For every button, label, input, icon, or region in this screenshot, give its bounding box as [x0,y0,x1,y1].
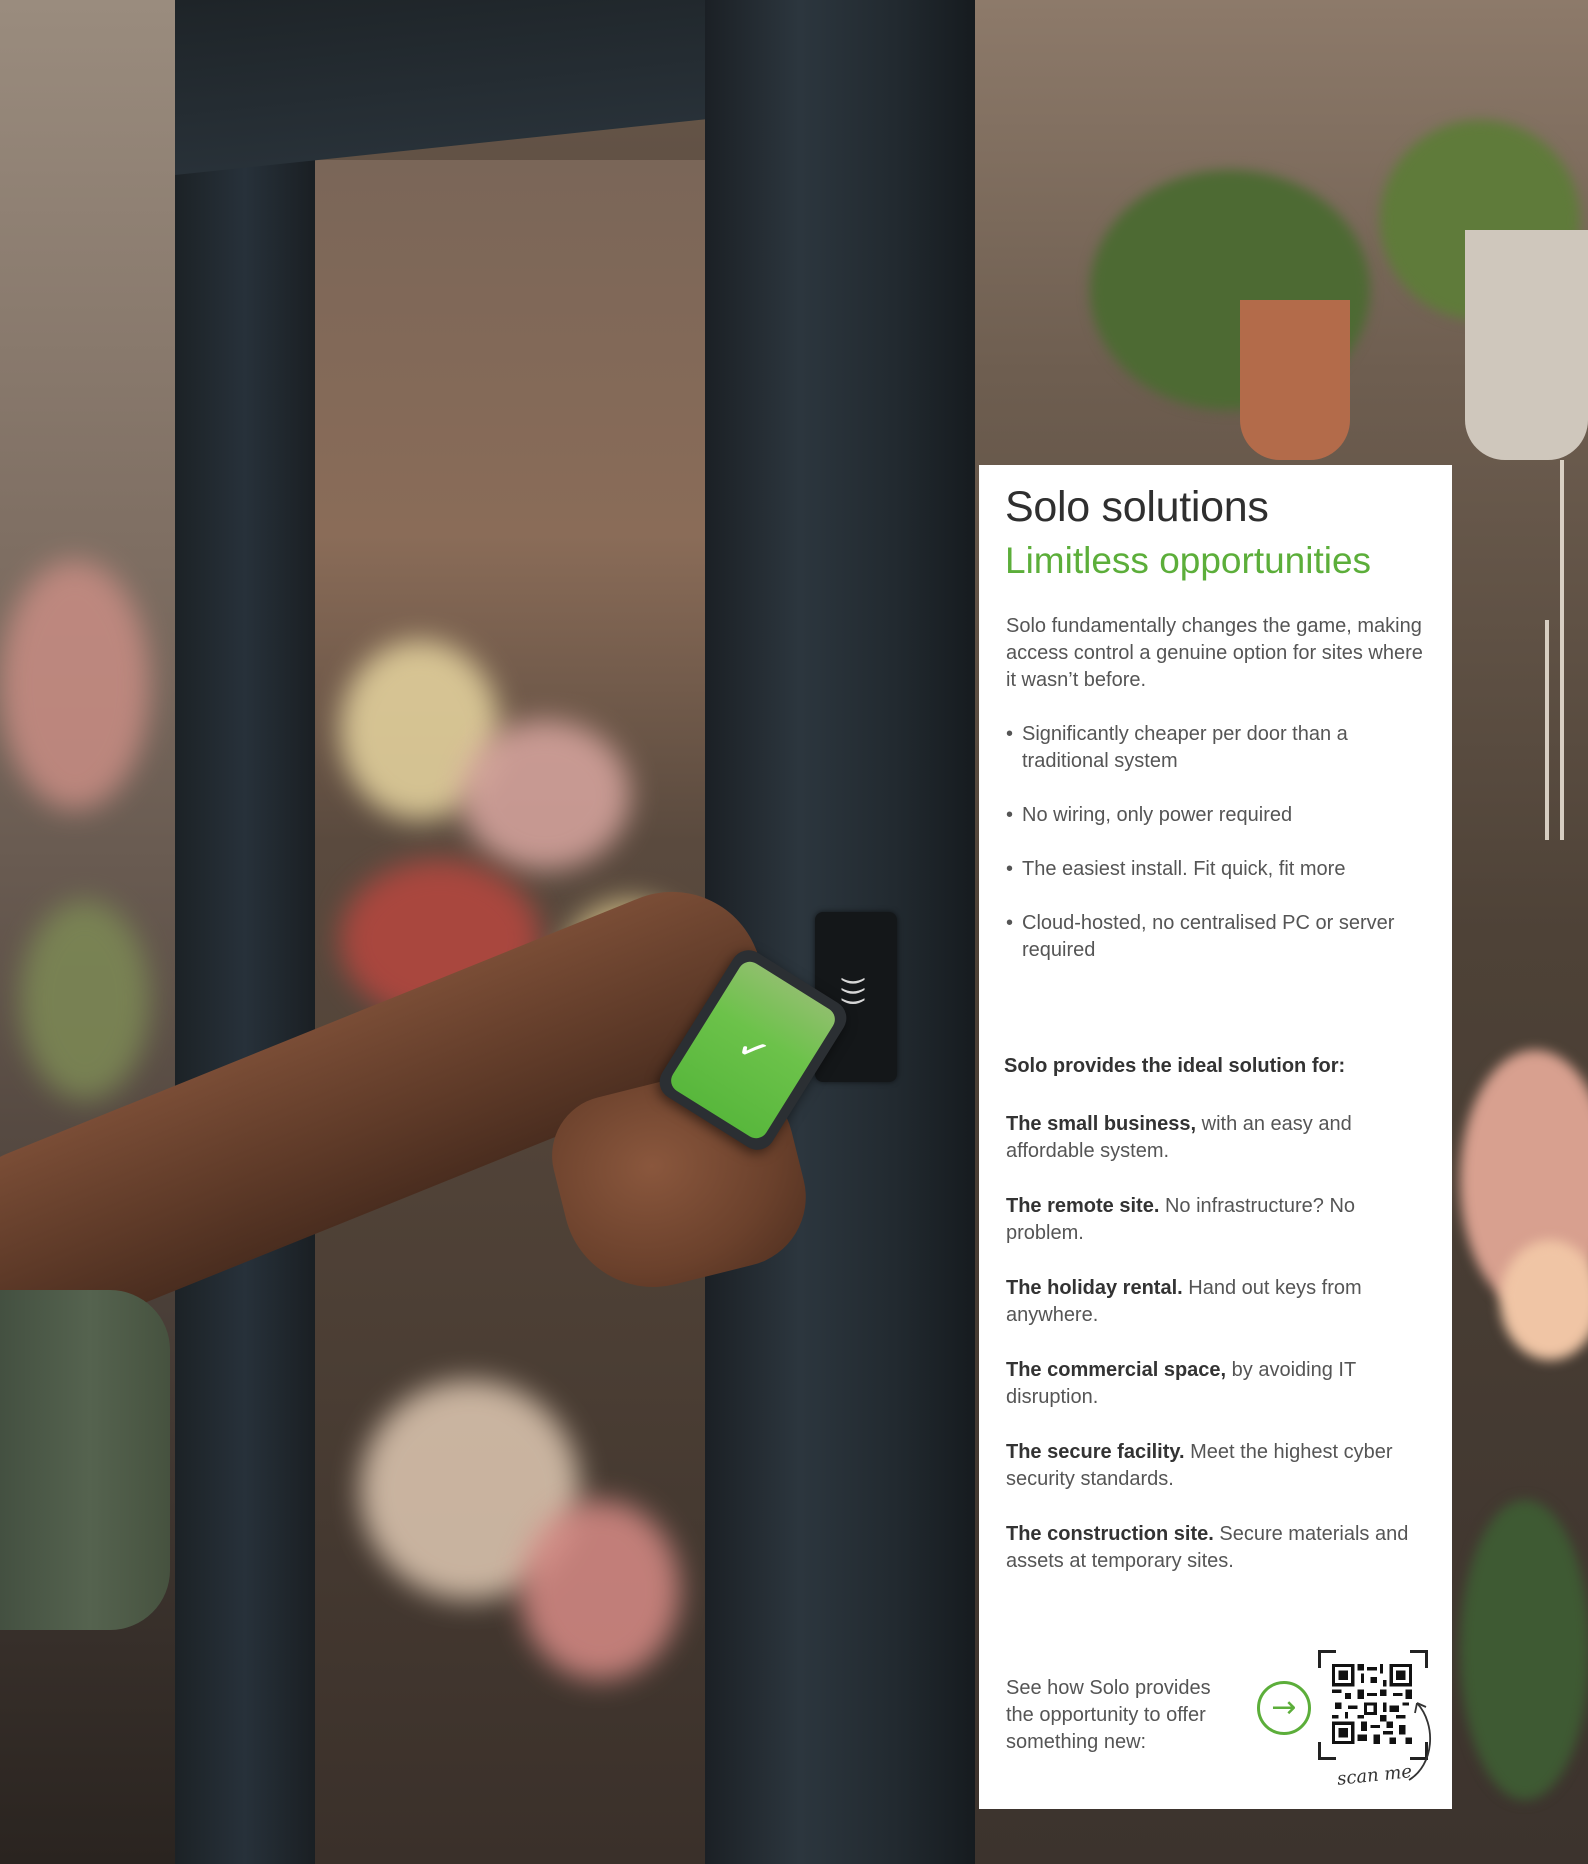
solution-item: The secure facility. Meet the highest cy… [1006,1439,1436,1493]
foliage-blur [1460,1500,1588,1800]
flower-blur [20,900,150,1100]
bullet-icon: • [1006,858,1014,880]
feature-text: The easiest install. Fit quick, fit more [1022,858,1346,880]
solution-title: The construction site. [1006,1523,1214,1545]
solution-title: The remote site. [1006,1195,1160,1217]
bullet-icon: • [1006,723,1014,745]
solution-heading: Solo provides the ideal solution for: [1004,1055,1346,1077]
feature-list: • Significantly cheaper per door than a t… [1006,721,1436,991]
feature-text: No wiring, only power required [1022,804,1293,826]
bullet-icon: • [1006,912,1014,934]
solution-item: The construction site. Secure materials … [1006,1521,1436,1575]
feature-item: • Cloud-hosted, no centralised PC or serv… [1006,910,1436,964]
shirt-sleeve [0,1290,170,1630]
arrow-right-icon[interactable]: → [1257,1681,1311,1735]
feature-item: • Significantly cheaper per door than a t… [1006,721,1436,775]
panel-intro: Solo fundamentally changes the game, mak… [1006,615,1423,691]
flower-blur [460,720,630,870]
feature-item: • The easiest install. Fit quick, fit mor… [1006,856,1436,883]
macrame-cord [1545,620,1549,840]
solution-title: The holiday rental. [1006,1277,1183,1299]
feature-text: Significantly cheaper per door than a tr… [1022,723,1348,772]
nfc-waves-icon: ))) [838,975,869,1007]
scan-me-label: scan me [1336,1761,1413,1790]
panel-subtitle: Limitless opportunities [1005,540,1372,581]
plant-pot [1465,230,1588,460]
cta-text: See how Solo provides the opportunity to… [1006,1677,1211,1753]
panel-title: Solo solutions [1005,483,1269,531]
solution-item: The holiday rental. Hand out keys from a… [1006,1275,1436,1329]
checkmark-icon: ✓ [729,1024,777,1076]
bullet-icon: • [1006,804,1014,826]
flower-blur [520,1500,680,1680]
solution-item: The remote site. No infrastructure? No p… [1006,1193,1436,1247]
solution-title: The small business, [1006,1113,1197,1135]
solution-title: The secure facility. [1006,1441,1185,1463]
feature-item: • No wiring, only power required [1006,802,1436,829]
door-frame [175,0,315,1864]
solution-item: The commercial space, by avoiding IT dis… [1006,1357,1436,1411]
info-panel: Solo solutions Limitless opportunities S… [979,465,1452,1809]
solution-title: The commercial space, [1006,1359,1227,1381]
plant-pot [1240,300,1350,460]
qr-frame-corner [1318,1742,1336,1760]
solution-list: The small business, with an easy and aff… [1006,1111,1436,1603]
feature-text: Cloud-hosted, no centralised PC or serve… [1022,912,1395,961]
flower-blur [0,560,150,810]
solution-item: The small business, with an easy and aff… [1006,1111,1436,1165]
macrame-cord [1560,460,1564,840]
qr-frame-corner [1410,1650,1428,1668]
